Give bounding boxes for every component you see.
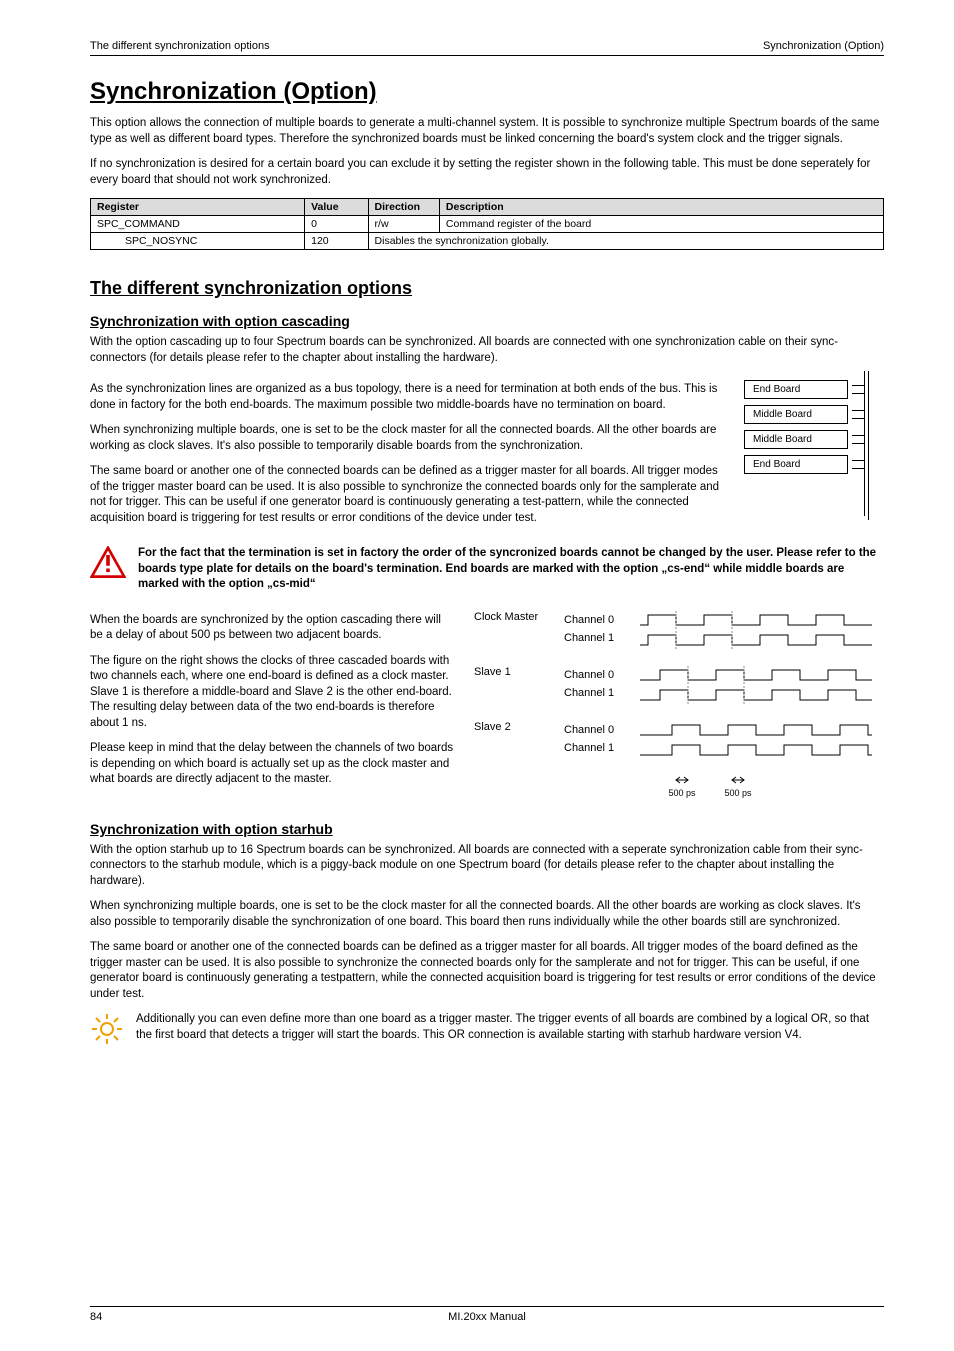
lightbulb-icon (90, 1012, 124, 1046)
footer-center: MI.20xx Manual (90, 1311, 884, 1323)
delay-text-column: When the boards are synchronized by the … (90, 607, 456, 798)
clockfig-channel-labels: Channel 0 Channel 1 (564, 611, 636, 647)
clockfig-wave-slave2 (636, 721, 884, 762)
diagram-box-end: End Board (744, 380, 848, 399)
cell-description: Command register of the board (439, 216, 883, 233)
col-value: Value (305, 199, 368, 216)
clockfig-ch0-label: Channel 0 (564, 666, 636, 684)
clockfig-label-master: Clock Master (474, 611, 564, 623)
cascading-text-column: As the synchronization lines are organiz… (90, 376, 726, 536)
cell-register: SPC_NOSYNC (91, 233, 305, 250)
cell-register: SPC_COMMAND (91, 216, 305, 233)
cascading-para-2: As the synchronization lines are organiz… (90, 382, 726, 413)
clockfig-ch0-label: Channel 0 (564, 611, 636, 629)
info-block: Additionally you can even define more th… (90, 1012, 884, 1046)
table-header-row: Register Value Direction Description (91, 199, 884, 216)
clockfig-label-slave1: Slave 1 (474, 666, 564, 678)
info-text: Additionally you can even define more th… (136, 1012, 884, 1043)
delay-para-1: When the boards are synchronized by the … (90, 613, 456, 644)
timing-label-2: 500 ps (724, 788, 752, 798)
clockfig-row-slave1: Slave 1 Channel 0 Channel 1 (474, 666, 884, 707)
diagram-row: End Board (744, 455, 884, 474)
timing-label-1: 500 ps (668, 788, 696, 798)
cascading-para-3: When synchronizing multiple boards, one … (90, 423, 726, 454)
warning-text: For the fact that the termination is set… (138, 546, 884, 593)
table-row: SPC_COMMAND 0 r/w Command register of th… (91, 216, 884, 233)
clockfig-label-slave2: Slave 2 (474, 721, 564, 733)
cascading-bus-diagram: End Board Middle Board Middle Board (744, 376, 884, 480)
starhub-para-1: With the option starhub up to 16 Spectru… (90, 843, 884, 890)
cell-description: Disables the synchronization globally. (368, 233, 883, 250)
cascading-para-1: With the option cascading up to four Spe… (90, 335, 884, 366)
clockfig-channel-labels: Channel 0 Channel 1 (564, 666, 636, 702)
clockfig-wave-master (636, 611, 884, 652)
diagram-row: Middle Board (744, 405, 884, 424)
cascading-with-diagram: As the synchronization lines are organiz… (90, 376, 884, 536)
subsection-heading-starhub: Synchronization with option starhub (90, 821, 884, 837)
runhead-left: The different synchronization options (90, 40, 270, 52)
cascading-para-4: The same board or another one of the con… (90, 464, 726, 526)
warning-icon (90, 546, 126, 578)
clockfig-timing-row: 500 ps 500 ps (474, 776, 884, 807)
table-row: SPC_NOSYNC 120 Disables the synchronizat… (91, 233, 884, 250)
clockfig-ch1-label: Channel 1 (564, 739, 636, 757)
clockfig-ch1-label: Channel 1 (564, 629, 636, 647)
starhub-para-2: When synchronizing multiple boards, one … (90, 899, 884, 930)
diagram-box-middle: Middle Board (744, 405, 848, 424)
diagram-connector-icon (848, 381, 872, 399)
col-description: Description (439, 199, 883, 216)
clock-skew-figure: Clock Master Channel 0 Channel 1 (474, 607, 884, 807)
delay-para-2: The figure on the right shows the clocks… (90, 654, 456, 732)
running-head: The different synchronization options Sy… (90, 40, 884, 56)
page: The different synchronization options Sy… (0, 0, 954, 1351)
cell-direction: r/w (368, 216, 439, 233)
runhead-right: Synchronization (Option) (763, 40, 884, 52)
diagram-row: End Board (744, 380, 884, 399)
starhub-para-3: The same board or another one of the con… (90, 940, 884, 1002)
clockfig-wave-slave1 (636, 666, 884, 707)
diagram-connector-icon (848, 406, 872, 424)
page-footer: 84 MI.20xx Manual (90, 1306, 884, 1323)
cell-value: 120 (305, 233, 368, 250)
intro-para-1: This option allows the connection of mul… (90, 116, 884, 147)
subsection-heading-cascading: Synchronization with option cascading (90, 313, 884, 329)
register-table: Register Value Direction Description SPC… (90, 198, 884, 250)
intro-para-2: If no synchronization is desired for a c… (90, 157, 884, 188)
delay-para-3: Please keep in mind that the delay betwe… (90, 741, 456, 788)
delay-with-figure: When the boards are synchronized by the … (90, 607, 884, 807)
cell-value: 0 (305, 216, 368, 233)
clockfig-ch0-label: Channel 0 (564, 721, 636, 739)
diagram-box-middle: Middle Board (744, 430, 848, 449)
diagram-row: Middle Board (744, 430, 884, 449)
warning-block: For the fact that the termination is set… (90, 546, 884, 593)
diagram-connector-icon (848, 431, 872, 449)
col-direction: Direction (368, 199, 439, 216)
section-heading-options: The different synchronization options (90, 278, 884, 299)
clockfig-row-slave2: Slave 2 Channel 0 Channel 1 (474, 721, 884, 762)
page-title: Synchronization (Option) (90, 78, 884, 106)
diagram-box-end: End Board (744, 455, 848, 474)
clockfig-ch1-label: Channel 1 (564, 684, 636, 702)
diagram-connector-icon (848, 456, 872, 474)
col-register: Register (91, 199, 305, 216)
clockfig-channel-labels: Channel 0 Channel 1 (564, 721, 636, 757)
clockfig-row-master: Clock Master Channel 0 Channel 1 (474, 611, 884, 652)
